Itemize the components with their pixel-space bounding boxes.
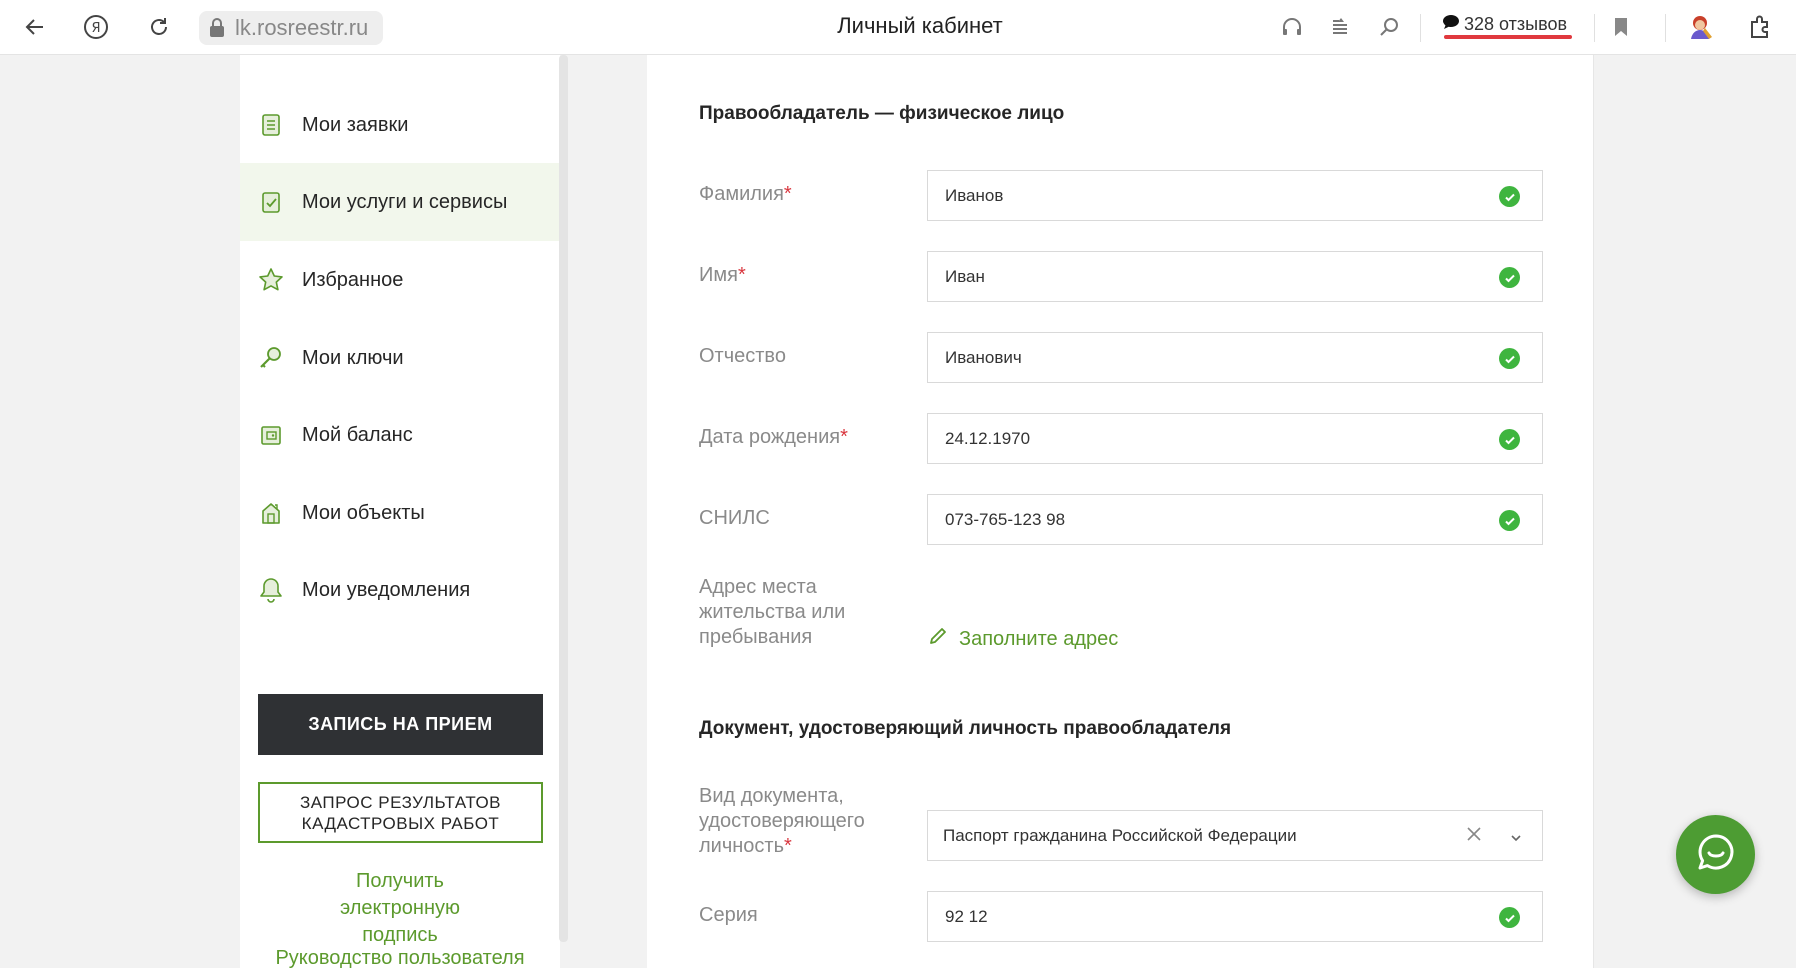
doc-type-select[interactable]: Паспорт гражданина Российской Федерации	[927, 810, 1543, 861]
required-mark: *	[840, 426, 848, 448]
snils-value: 073-765-123 98	[945, 509, 1066, 529]
pencil-icon	[927, 625, 949, 653]
sidebar-item-my-notifications[interactable]: Мои уведомления	[240, 551, 560, 629]
chevron-down-icon[interactable]	[1510, 827, 1522, 847]
name-label: Имя*	[699, 264, 746, 286]
sidebar-item-my-services[interactable]: Мои услуги и сервисы	[240, 163, 560, 241]
doc-type-label: Вид документа, удостоверяющего личность*	[699, 785, 865, 857]
reload-icon[interactable]	[144, 12, 174, 42]
svg-text:Я: Я	[91, 21, 100, 36]
doc-type-value: Паспорт гражданина Российской Федерации	[943, 825, 1297, 845]
page-body: Мои заявки Мои услуги и сервисы Избранно…	[0, 55, 1796, 968]
series-field[interactable]: 92 12	[927, 891, 1543, 942]
required-mark: *	[784, 835, 792, 857]
browser-toolbar: Я lk.rosreestr.ru Личный кабинет 328 отз…	[0, 0, 1796, 55]
birthdate-label: Дата рождения*	[699, 426, 848, 448]
check-circle-icon	[1499, 429, 1520, 450]
surname-field[interactable]: Иванов	[927, 170, 1543, 221]
sidebar-item-my-requests[interactable]: Мои заявки	[240, 86, 560, 164]
fill-address-link[interactable]: Заполните адрес	[927, 625, 1118, 653]
wallet-icon	[256, 420, 286, 450]
content-divider	[1593, 55, 1594, 968]
check-circle-icon	[1499, 348, 1520, 369]
sidebar-item-label: Мои объекты	[302, 501, 425, 524]
checkbox-icon	[256, 187, 286, 217]
snils-label: СНИЛС	[699, 507, 770, 529]
extension-avatar-icon[interactable]	[1685, 12, 1715, 42]
check-circle-icon	[1499, 510, 1520, 531]
reader-mode-icon[interactable]	[1325, 12, 1355, 42]
sidebar-item-label: Мой баланс	[302, 423, 413, 446]
check-circle-icon	[1499, 186, 1520, 207]
name-field[interactable]: Иван	[927, 251, 1543, 302]
toolbar-divider	[1594, 14, 1595, 42]
document-section-title: Документ, удостоверяющий личность правоо…	[699, 718, 1232, 739]
rating-bar	[1444, 35, 1572, 39]
patronymic-field[interactable]: Иванович	[927, 332, 1543, 383]
cadastral-results-button[interactable]: ЗАПРОС РЕЗУЛЬТАТОВ КАДАСТРОВЫХ РАБОТ	[258, 782, 543, 843]
chat-button[interactable]	[1676, 815, 1755, 894]
appointment-button[interactable]: ЗАПИСЬ НА ПРИЕМ	[258, 694, 543, 755]
back-arrow-icon[interactable]	[20, 12, 50, 42]
snils-field[interactable]: 073-765-123 98	[927, 494, 1543, 545]
headphones-icon[interactable]	[1277, 12, 1307, 42]
yandex-logo-icon[interactable]: Я	[81, 12, 111, 42]
lock-icon	[199, 18, 235, 38]
required-mark: *	[737, 264, 746, 286]
birthdate-field[interactable]: 24.12.1970	[927, 413, 1543, 464]
check-circle-icon	[1499, 907, 1520, 928]
url-text: lk.rosreestr.ru	[235, 15, 369, 40]
main-content: Правообладатель — физическое лицо Фамили…	[647, 55, 1594, 968]
search-in-page-icon[interactable]	[1374, 12, 1404, 42]
chat-smile-icon	[1695, 831, 1737, 878]
fill-address-label: Заполните адрес	[959, 627, 1119, 650]
owner-section-title: Правообладатель — физическое лицо	[699, 103, 1065, 124]
sidebar-item-label: Мои услуги и сервисы	[302, 190, 508, 213]
surname-value: Иванов	[945, 185, 1004, 205]
series-label: Серия	[699, 904, 758, 926]
speech-bubble-icon	[1442, 13, 1460, 36]
sidebar-item-favorites[interactable]: Избранное	[240, 241, 560, 319]
sidebar-item-label: Избранное	[302, 268, 404, 291]
address-label: Адрес места жительства или пребывания	[699, 576, 846, 648]
document-icon	[256, 110, 286, 140]
page-title: Личный кабинет	[837, 13, 1003, 38]
sidebar-item-label: Мои ключи	[302, 346, 404, 369]
sidebar-item-my-keys[interactable]: Мои ключи	[240, 319, 560, 397]
surname-label: Фамилия*	[699, 183, 792, 205]
required-mark: *	[783, 183, 792, 205]
user-manual-link[interactable]: Руководство пользователя	[240, 945, 560, 968]
sidebar-item-my-balance[interactable]: Мой баланс	[240, 396, 560, 474]
sidebar-item-my-objects[interactable]: Мои объекты	[240, 474, 560, 552]
extensions-puzzle-icon[interactable]	[1746, 12, 1776, 42]
address-bar[interactable]: lk.rosreestr.ru	[199, 11, 383, 45]
toolbar-divider	[1665, 14, 1666, 42]
house-icon	[256, 498, 286, 528]
sidebar: Мои заявки Мои услуги и сервисы Избранно…	[240, 55, 560, 968]
check-circle-icon	[1499, 267, 1520, 288]
name-value: Иван	[945, 266, 985, 286]
patronymic-value: Иванович	[945, 347, 1022, 367]
sidebar-scrollbar[interactable]	[559, 55, 568, 942]
bell-icon	[256, 575, 286, 605]
birthdate-value: 24.12.1970	[945, 428, 1031, 448]
key-icon	[256, 343, 286, 373]
reviews-count: 328 отзывов	[1464, 13, 1568, 34]
bookmark-icon[interactable]	[1606, 12, 1636, 42]
clear-icon[interactable]	[1466, 826, 1482, 847]
series-value: 92 12	[945, 906, 988, 926]
get-e-signature-link[interactable]: Получить электронную подпись	[240, 868, 560, 949]
toolbar-divider	[1420, 14, 1421, 42]
sidebar-item-label: Мои заявки	[302, 113, 409, 136]
star-icon	[256, 265, 286, 295]
patronymic-label: Отчество	[699, 345, 786, 367]
sidebar-item-label: Мои уведомления	[302, 578, 471, 601]
